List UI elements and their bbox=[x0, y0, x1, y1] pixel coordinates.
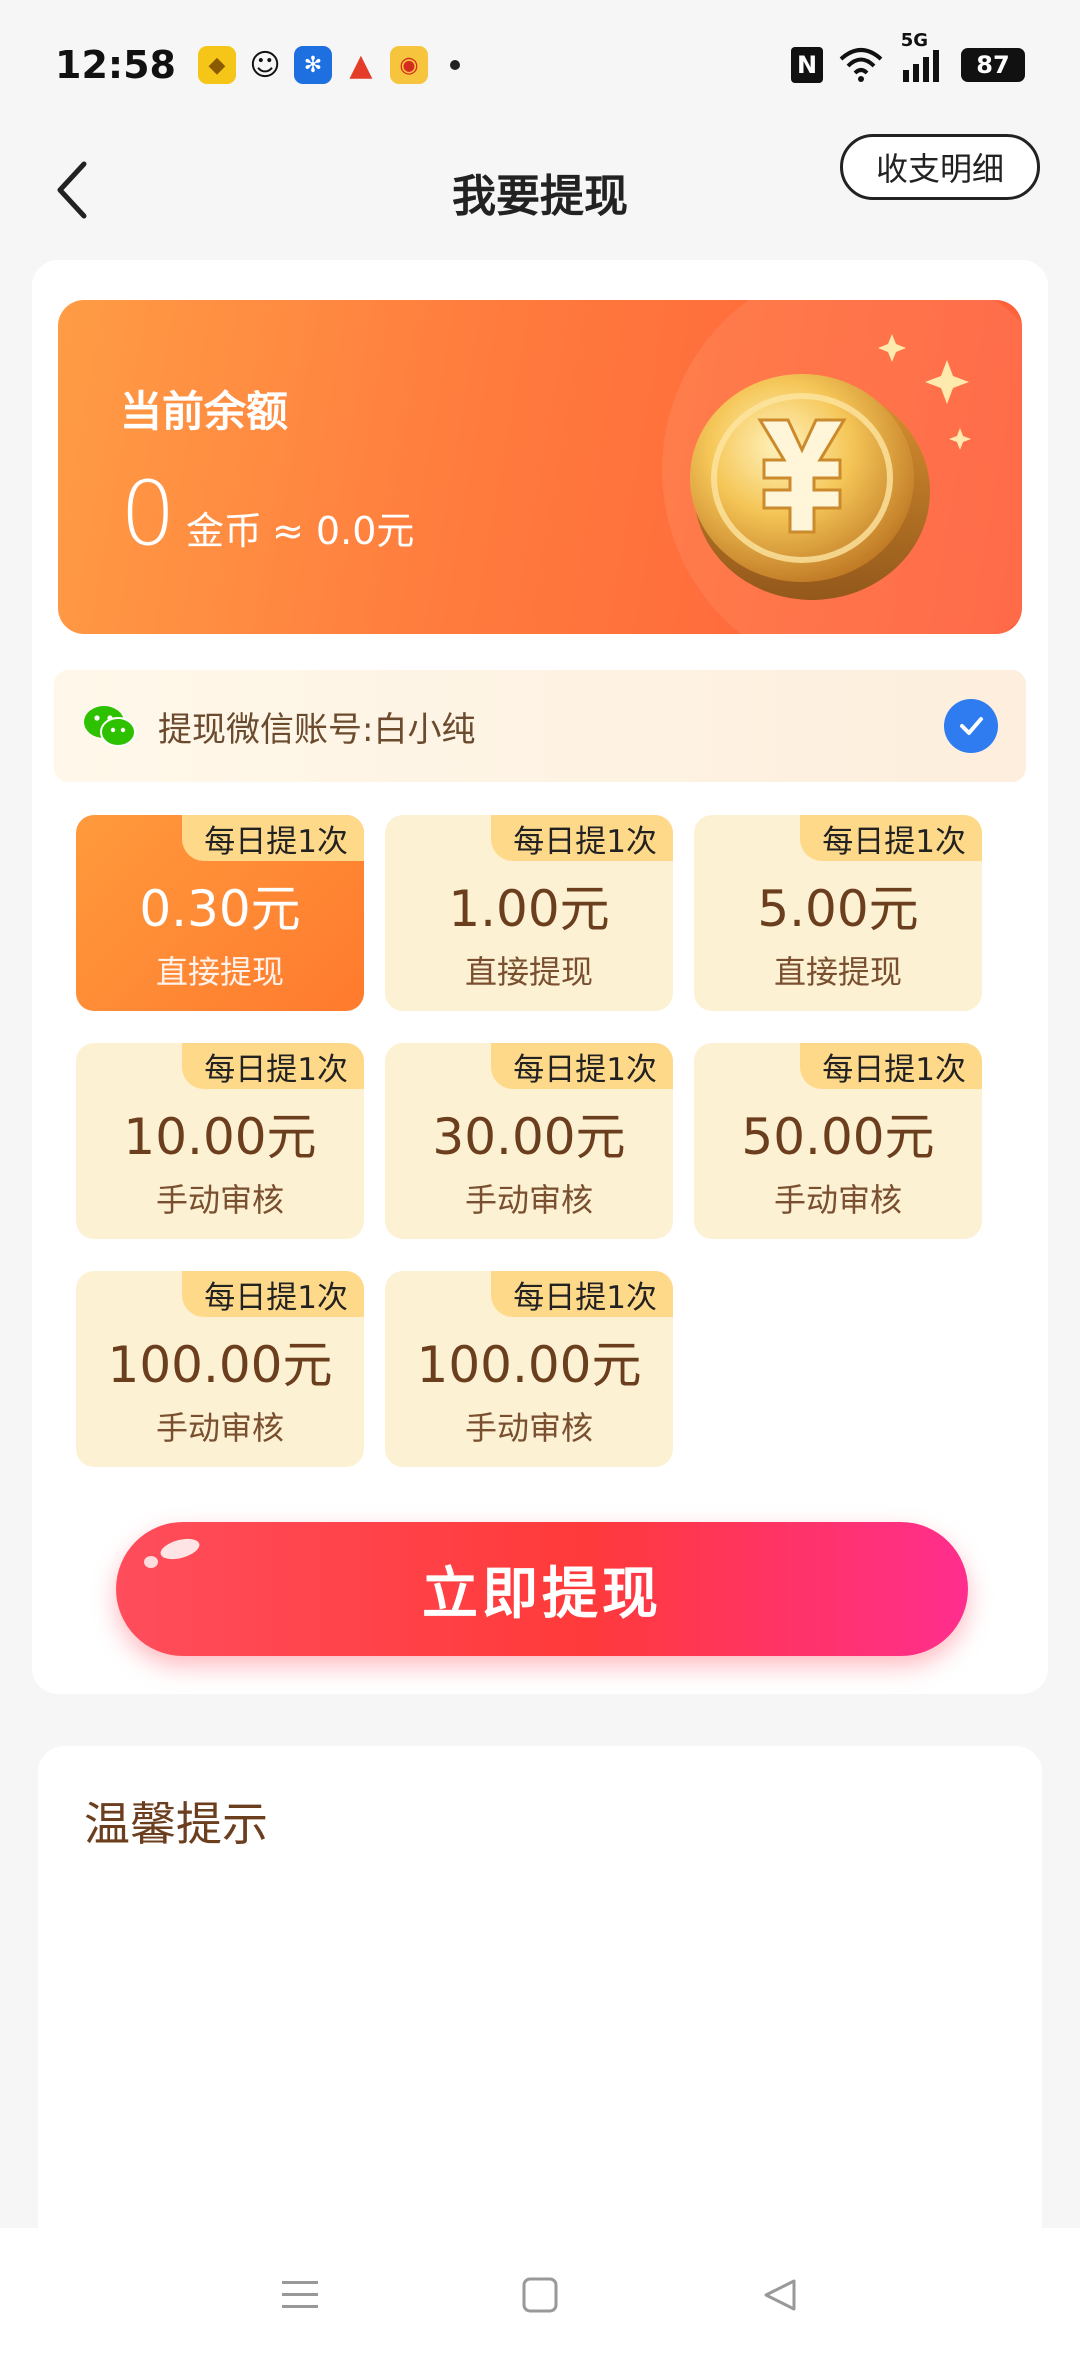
wechat-icon bbox=[84, 706, 136, 747]
balance-unit: 金币 bbox=[186, 509, 263, 553]
daily-limit-badge: 每日提1次 bbox=[491, 815, 673, 861]
wechat-account-label: 提现微信账号:白小纯 bbox=[158, 709, 476, 750]
status-time: 12:58 bbox=[55, 43, 176, 87]
game-app-icon: ▲ bbox=[349, 47, 373, 83]
cellular-signal-icon bbox=[903, 50, 939, 82]
triangle-back-icon bbox=[764, 2279, 796, 2311]
back-nav-button[interactable] bbox=[755, 2270, 805, 2320]
option-amount: 100.00元 bbox=[416, 1336, 642, 1394]
gold-coin-icon bbox=[642, 320, 982, 620]
amount-option-0[interactable]: 每日提1次 0.30元 直接提现 bbox=[76, 815, 364, 1011]
button-gloss bbox=[144, 1556, 158, 1568]
home-nav-button[interactable] bbox=[515, 2270, 565, 2320]
transaction-details-button[interactable]: 收支明细 bbox=[840, 134, 1040, 200]
battery-icon: 87 bbox=[961, 48, 1025, 82]
daily-limit-badge: 每日提1次 bbox=[182, 815, 364, 861]
option-amount: 1.00元 bbox=[448, 880, 610, 938]
option-amount: 5.00元 bbox=[757, 880, 919, 938]
option-type: 直接提现 bbox=[155, 953, 284, 991]
option-amount: 30.00元 bbox=[432, 1108, 626, 1166]
option-type: 手动审核 bbox=[464, 1409, 593, 1447]
option-type: 直接提现 bbox=[464, 953, 593, 991]
wifi-icon bbox=[839, 48, 883, 82]
amount-option-6[interactable]: 每日提1次 100.00元 手动审核 bbox=[76, 1271, 364, 1467]
withdraw-now-label: 立即提现 bbox=[422, 1561, 662, 1627]
balance-banner: 当前余额 0 金币 ≈ 0.0元 bbox=[58, 300, 1022, 634]
option-type: 手动审核 bbox=[155, 1409, 284, 1447]
tips-card: 温馨提示 bbox=[38, 1746, 1042, 2266]
menu-icon bbox=[282, 2281, 318, 2308]
balance-approx-value: ≈ 0.0元 bbox=[272, 509, 415, 553]
app-notification-icon: ◆ bbox=[197, 46, 236, 84]
option-type: 手动审核 bbox=[155, 1181, 284, 1219]
balance-label: 当前余额 bbox=[120, 387, 289, 436]
option-amount: 50.00元 bbox=[741, 1108, 935, 1166]
option-type: 手动审核 bbox=[464, 1181, 593, 1219]
withdraw-now-button[interactable]: 立即提现 bbox=[116, 1522, 968, 1656]
option-amount: 10.00元 bbox=[123, 1108, 317, 1166]
nfc-icon: N bbox=[791, 47, 823, 83]
option-type: 直接提现 bbox=[773, 953, 902, 991]
system-nav-bar bbox=[0, 2228, 1080, 2362]
wechat-account-bar[interactable]: 提现微信账号:白小纯 bbox=[54, 670, 1026, 782]
balance-amount: 0 bbox=[120, 462, 176, 565]
daily-limit-badge: 每日提1次 bbox=[800, 1043, 982, 1089]
daily-limit-badge: 每日提1次 bbox=[491, 1043, 673, 1089]
menu-nav-button[interactable] bbox=[275, 2270, 325, 2320]
amount-option-7[interactable]: 每日提1次 100.00元 手动审核 bbox=[385, 1271, 673, 1467]
fan-app-icon: ✻ bbox=[293, 46, 332, 84]
network-type-label: 5G bbox=[900, 30, 928, 51]
daily-limit-badge: 每日提1次 bbox=[182, 1043, 364, 1089]
withdraw-card: 当前余额 0 金币 ≈ 0.0元 提现微信账号:白小纯 每日提1次 0.30元 … bbox=[32, 260, 1048, 1694]
amount-option-1[interactable]: 每日提1次 1.00元 直接提现 bbox=[385, 815, 673, 1011]
option-amount: 100.00元 bbox=[107, 1336, 333, 1394]
amount-option-3[interactable]: 每日提1次 10.00元 手动审核 bbox=[76, 1043, 364, 1239]
more-notifications-dot bbox=[449, 60, 460, 70]
status-bar: 12:58 ◆ ☺ ✻ ▲ ◉ N 5G 87 bbox=[0, 0, 1080, 130]
amount-option-5[interactable]: 每日提1次 50.00元 手动审核 bbox=[694, 1043, 982, 1239]
qq-icon: ☺ bbox=[249, 47, 281, 83]
daily-limit-badge: 每日提1次 bbox=[491, 1271, 673, 1317]
option-type: 手动审核 bbox=[773, 1181, 902, 1219]
amount-options-grid: 每日提1次 0.30元 直接提现 每日提1次 1.00元 直接提现 每日提1次 … bbox=[76, 815, 1006, 1467]
button-gloss bbox=[158, 1535, 202, 1563]
daily-limit-badge: 每日提1次 bbox=[800, 815, 982, 861]
header: 我要提现 收支明细 bbox=[0, 130, 1080, 250]
tips-title: 温馨提示 bbox=[84, 1797, 268, 1851]
option-amount: 0.30元 bbox=[139, 880, 301, 938]
amount-option-4[interactable]: 每日提1次 30.00元 手动审核 bbox=[385, 1043, 673, 1239]
balance-row: 0 金币 ≈ 0.0元 bbox=[120, 470, 414, 558]
daily-limit-badge: 每日提1次 bbox=[182, 1271, 364, 1317]
withdraw-page: 12:58 ◆ ☺ ✻ ▲ ◉ N 5G 87 我要提现 收支明细 当前余额 0… bbox=[0, 0, 1080, 2362]
status-indicators: N 5G 87 bbox=[791, 30, 1025, 84]
checkmark-icon bbox=[944, 699, 998, 753]
status-notification-icons: ◆ ☺ ✻ ▲ ◉ bbox=[197, 46, 460, 84]
amount-option-2[interactable]: 每日提1次 5.00元 直接提现 bbox=[694, 815, 982, 1011]
square-home-icon bbox=[522, 2277, 558, 2313]
weibo-icon: ◉ bbox=[389, 46, 428, 84]
